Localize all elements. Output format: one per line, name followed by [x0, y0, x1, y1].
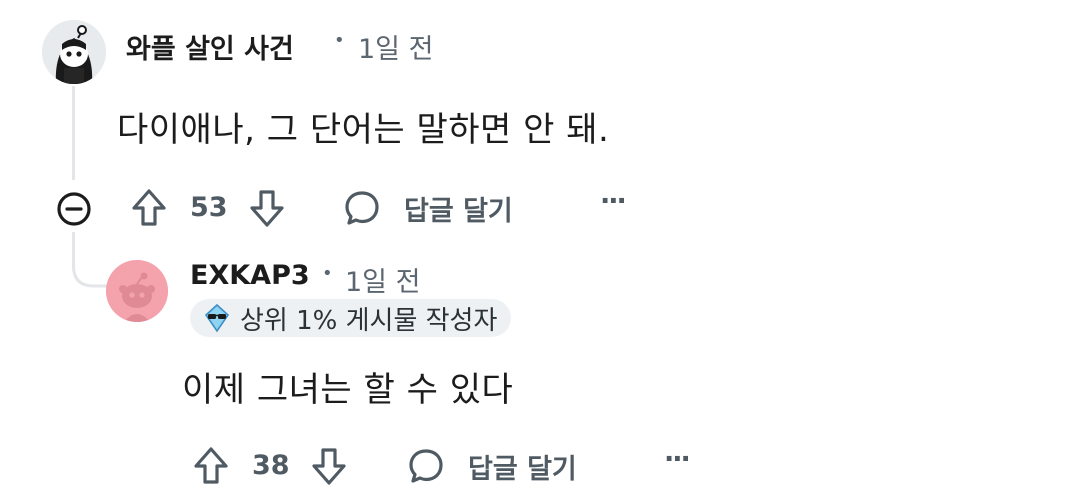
separator-dot: •: [334, 30, 345, 51]
comment-timestamp: 1일 전: [358, 34, 434, 65]
diamond-sunglasses-icon: [204, 303, 230, 333]
comment-body: 다이애나, 그 단어는 말하면 안 돼.: [117, 110, 610, 150]
speech-bubble-icon: [409, 449, 443, 483]
upvote-button[interactable]: [128, 186, 170, 230]
upvote-button[interactable]: [190, 444, 232, 488]
comment-username[interactable]: EXKAP3: [190, 260, 310, 291]
thread-line-top: [72, 86, 75, 180]
comment-body: 이제 그녀는 할 수 있다: [182, 370, 514, 410]
downvote-arrow-icon: [250, 190, 284, 227]
vote-count: 38: [252, 450, 290, 481]
upvote-arrow-icon: [194, 447, 228, 484]
reply-button[interactable]: 답글 달기: [406, 444, 592, 488]
downvote-button[interactable]: [246, 186, 288, 230]
reply-label: 답글 달기: [404, 195, 513, 227]
collapse-button[interactable]: [54, 189, 94, 229]
collapse-minus-icon: [57, 192, 91, 226]
user-flair-badge: 상위 1% 게시물 작성자: [190, 299, 512, 337]
vote-count: 53: [190, 192, 228, 223]
snoo-avatar-dark-hair-icon: [42, 20, 106, 84]
snoo-avatar-pink-icon: [106, 260, 168, 322]
separator-dot: •: [322, 263, 333, 284]
more-options-button[interactable]: ···: [600, 186, 627, 217]
avatar[interactable]: [42, 20, 106, 84]
avatar[interactable]: [106, 260, 168, 322]
comment-username[interactable]: 와플 살인 사건: [126, 27, 294, 66]
more-options-button[interactable]: ···: [664, 444, 691, 475]
upvote-arrow-icon: [132, 189, 166, 226]
speech-bubble-icon: [345, 191, 379, 225]
reply-button[interactable]: 답글 달기: [342, 186, 528, 230]
downvote-arrow-icon: [312, 448, 346, 485]
downvote-button[interactable]: [308, 444, 350, 488]
reply-label: 답글 달기: [468, 453, 577, 485]
comment-timestamp: 1일 전: [345, 267, 421, 298]
flair-label: 상위 1% 게시물 작성자: [240, 305, 498, 336]
